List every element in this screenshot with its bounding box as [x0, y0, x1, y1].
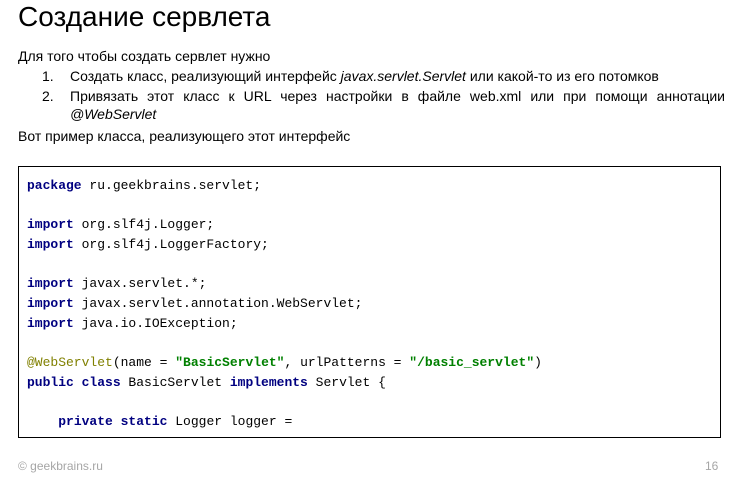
step-text: Создать класс, реализующий интерфейс jav…: [70, 68, 659, 84]
code-line: import javax.servlet.*;: [27, 276, 207, 292]
code-line: private static Logger logger =: [58, 414, 293, 430]
code-listing: package ru.geekbrains.servlet; import org…: [27, 176, 720, 432]
code-line: package ru.geekbrains.servlet;: [27, 178, 262, 193]
interface-name: javax.servlet.Servlet: [340, 68, 466, 84]
steps-list: 1. Создать класс, реализующий интерфейс …: [42, 67, 725, 125]
step-number: 2.: [42, 88, 54, 104]
step-text: Привязать этот класс к URL через настрой…: [70, 88, 725, 122]
code-line: import org.slf4j.LoggerFactory;: [27, 237, 269, 253]
outro-text: Вот пример класса, реализующего этот инт…: [18, 128, 351, 144]
code-line: public class BasicServlet implements Ser…: [27, 374, 386, 390]
intro-text: Для того чтобы создать сервлет нужно: [18, 48, 271, 64]
code-line: import java.io.IOException;: [27, 315, 238, 331]
code-line: import org.slf4j.Logger;: [27, 217, 215, 233]
slide-title: Создание сервлета: [18, 1, 271, 32]
footer-copyright: © geekbrains.ru: [18, 459, 103, 473]
code-line: @WebServlet(name = "BasicServlet", urlPa…: [27, 355, 542, 371]
step-item: 1. Создать класс, реализующий интерфейс …: [42, 67, 725, 85]
annotation-name: @WebServlet: [70, 106, 157, 122]
step-item: 2. Привязать этот класс к URL через наст…: [42, 87, 725, 123]
code-line: import javax.servlet.annotation.WebServl…: [27, 296, 363, 312]
code-block: package ru.geekbrains.servlet; import org…: [18, 166, 721, 438]
page-number: 16: [705, 459, 719, 473]
step-number: 1.: [42, 68, 54, 84]
